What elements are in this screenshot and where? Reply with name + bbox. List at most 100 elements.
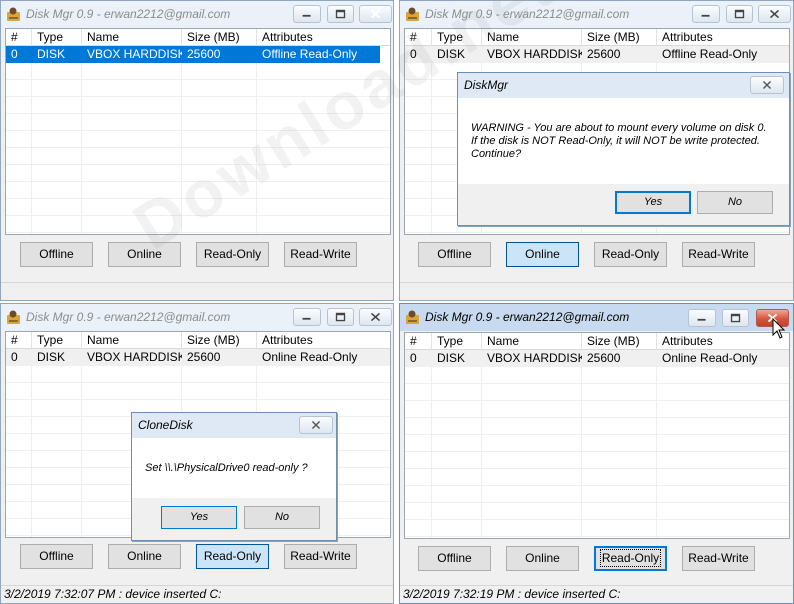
column-size[interactable]: Size (MB) [182, 332, 257, 349]
offline-button[interactable]: Offline [20, 242, 93, 267]
column-name[interactable]: Name [482, 29, 582, 46]
window-title: Disk Mgr 0.9 - erwan2212@gmail.com [26, 7, 231, 21]
read-only-button[interactable]: Read-Only [594, 242, 667, 267]
cell-size: 25600 [587, 351, 621, 365]
online-button[interactable]: Online [108, 242, 181, 267]
maximize-icon [730, 313, 741, 323]
offline-button[interactable]: Offline [418, 242, 491, 267]
read-write-button[interactable]: Read-Write [284, 242, 357, 267]
table-row[interactable]: 0 DISK VBOX HARDDISK 25600 Offline Read-… [6, 46, 380, 63]
maximize-button[interactable] [722, 309, 749, 327]
dialog-close-button[interactable] [299, 416, 333, 434]
title-bar[interactable]: Disk Mgr 0.9 - erwan2212@gmail.com [400, 1, 793, 28]
column-name[interactable]: Name [82, 332, 182, 349]
dialog-message: WARNING - You are about to mount every v… [471, 122, 767, 161]
cell-size: 25600 [187, 47, 221, 61]
cell-attributes: Offline Read-Only [262, 47, 358, 61]
column-num[interactable]: # [405, 333, 432, 350]
cell-size: 25600 [587, 47, 621, 61]
close-button[interactable] [359, 5, 392, 23]
dialog-yes-button[interactable]: Yes [161, 506, 237, 529]
online-button[interactable]: Online [108, 544, 181, 569]
cell-attributes: Offline Read-Only [662, 47, 758, 61]
dialog-title-bar[interactable]: CloneDisk [132, 413, 336, 438]
close-icon [311, 420, 321, 430]
column-num[interactable]: # [405, 29, 432, 46]
read-write-button[interactable]: Read-Write [284, 544, 357, 569]
cell-type: DISK [437, 47, 466, 61]
close-button[interactable] [359, 308, 392, 326]
table-row[interactable]: 0 DISK VBOX HARDDISK 25600 Offline Read-… [405, 46, 789, 63]
title-bar[interactable]: Disk Mgr 0.9 - erwan2212@gmail.com [400, 304, 793, 331]
dialog-title: CloneDisk [138, 418, 193, 432]
column-type[interactable]: Type [32, 29, 82, 46]
close-icon [769, 9, 780, 19]
minimize-button[interactable] [293, 308, 321, 326]
column-num[interactable]: # [6, 332, 32, 349]
dialog-message-line-3: Continue? [471, 148, 522, 160]
window-title: Disk Mgr 0.9 - erwan2212@gmail.com [425, 310, 630, 324]
column-num[interactable]: # [6, 29, 32, 46]
status-bar [400, 282, 793, 300]
minimize-button[interactable] [692, 5, 720, 23]
dialog-no-button[interactable]: No [697, 191, 773, 214]
minimize-button[interactable] [688, 309, 716, 327]
column-type[interactable]: Type [432, 333, 482, 350]
offline-button[interactable]: Offline [418, 546, 491, 571]
dialog-body: WARNING - You are about to mount every v… [458, 98, 789, 184]
disk-manager-app-icon [406, 310, 419, 324]
column-size[interactable]: Size (MB) [582, 29, 657, 46]
online-button[interactable]: Online [506, 546, 579, 571]
offline-button[interactable]: Offline [20, 544, 93, 569]
dialog-title-bar[interactable]: DiskMgr [458, 73, 789, 98]
column-attributes[interactable]: Attributes [257, 332, 390, 349]
cell-type: DISK [437, 351, 466, 365]
cell-num: 0 [11, 350, 18, 364]
dialog-title: DiskMgr [464, 78, 508, 92]
column-header: # Type Name Size (MB) Attributes [405, 29, 789, 46]
column-type[interactable]: Type [432, 29, 482, 46]
status-bar [1, 282, 393, 300]
minimize-button[interactable] [293, 5, 321, 23]
disk-list[interactable]: # Type Name Size (MB) Attributes 0 DISK … [404, 332, 790, 539]
column-name[interactable]: Name [482, 333, 582, 350]
dialog-no-button[interactable]: No [244, 506, 320, 529]
status-bar: 3/2/2019 7:32:19 PM : device inserted C: [400, 585, 793, 603]
maximize-button[interactable] [726, 5, 753, 23]
maximize-icon [335, 9, 346, 19]
title-bar[interactable]: Disk Mgr 0.9 - erwan2212@gmail.com [1, 1, 393, 28]
window-title: Disk Mgr 0.9 - erwan2212@gmail.com [425, 7, 630, 21]
disk-manager-app-icon [406, 7, 419, 21]
cell-type: DISK [37, 350, 66, 364]
disk-list[interactable]: # Type Name Size (MB) Attributes 0 DISK … [5, 28, 391, 235]
read-write-button[interactable]: Read-Write [682, 242, 755, 267]
close-button[interactable] [758, 5, 791, 23]
column-attributes[interactable]: Attributes [657, 333, 789, 350]
dialog-yes-button[interactable]: Yes [615, 191, 691, 214]
cell-attributes: Online Read-Only [262, 350, 358, 364]
read-only-button[interactable]: Read-Only [594, 546, 667, 571]
cell-attributes: Online Read-Only [662, 351, 758, 365]
read-write-button[interactable]: Read-Write [682, 546, 755, 571]
disk-manager-app-icon [7, 7, 20, 21]
column-attributes[interactable]: Attributes [657, 29, 789, 46]
column-size[interactable]: Size (MB) [582, 333, 657, 350]
online-button[interactable]: Online [506, 242, 579, 267]
read-only-button[interactable]: Read-Only [196, 242, 269, 267]
cell-type: DISK [37, 47, 66, 61]
title-bar[interactable]: Disk Mgr 0.9 - erwan2212@gmail.com [1, 304, 393, 331]
table-row[interactable]: 0 DISK VBOX HARDDISK 25600 Online Read-O… [405, 350, 789, 367]
column-type[interactable]: Type [32, 332, 82, 349]
maximize-button[interactable] [327, 308, 354, 326]
column-header: # Type Name Size (MB) Attributes [6, 29, 390, 46]
table-row[interactable]: 0 DISK VBOX HARDDISK 25600 Online Read-O… [6, 349, 390, 366]
dialog-body: Set \\.\PhysicalDrive0 read-only ? [132, 438, 336, 498]
column-size[interactable]: Size (MB) [182, 29, 257, 46]
diskmgr-warning-dialog: DiskMgr WARNING - You are about to mount… [457, 72, 790, 226]
column-name[interactable]: Name [82, 29, 182, 46]
maximize-button[interactable] [327, 5, 354, 23]
column-header: # Type Name Size (MB) Attributes [405, 333, 789, 350]
dialog-close-button[interactable] [750, 76, 784, 94]
column-attributes[interactable]: Attributes [257, 29, 390, 46]
read-only-button[interactable]: Read-Only [196, 544, 269, 569]
